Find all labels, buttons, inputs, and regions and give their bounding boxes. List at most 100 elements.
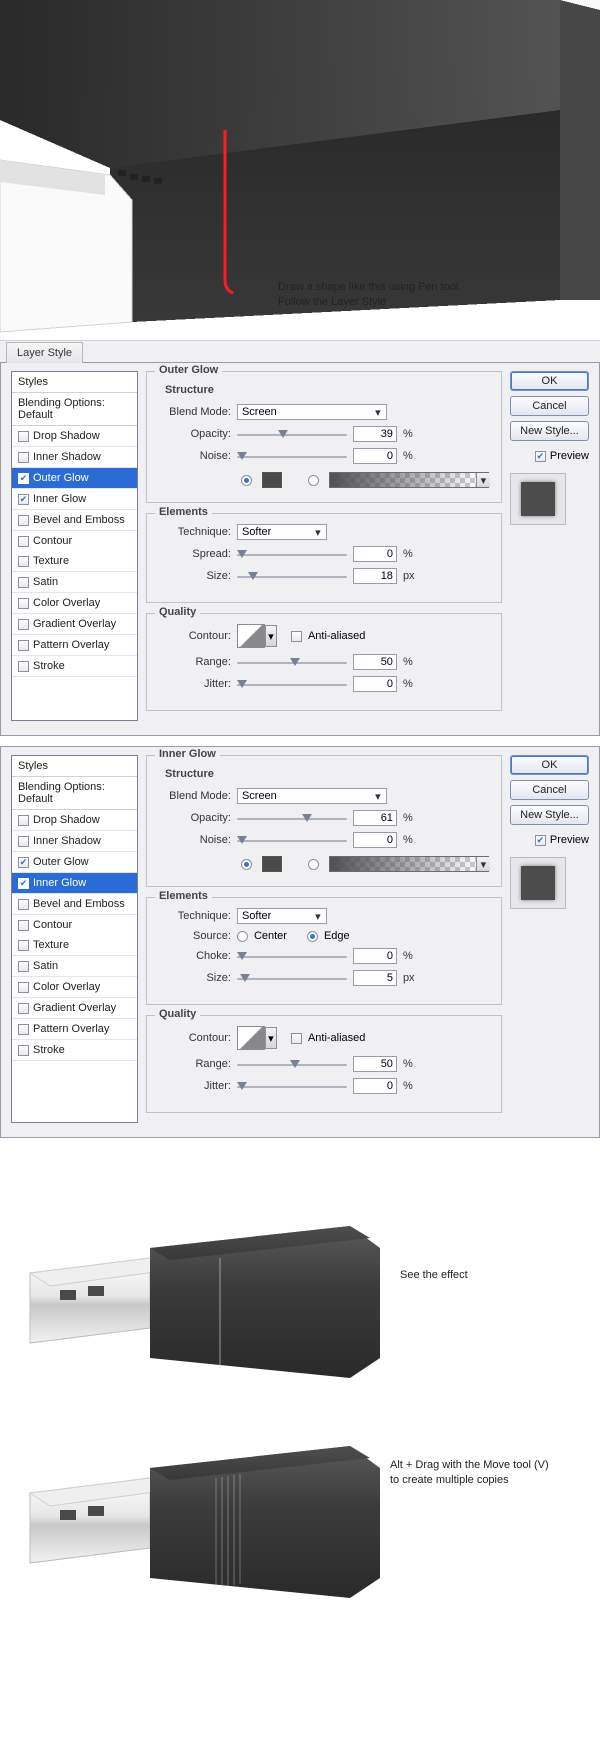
glow-color-swatch[interactable] <box>262 856 282 872</box>
input-noise[interactable]: 0 <box>353 832 397 848</box>
slider-jitter[interactable] <box>237 1080 347 1092</box>
opt-satin[interactable]: Satin <box>12 572 137 593</box>
slider-range[interactable] <box>237 1058 347 1070</box>
select-technique[interactable]: Softer▾ <box>237 524 327 540</box>
checkbox-icon[interactable] <box>18 640 29 651</box>
checkbox-icon[interactable] <box>18 452 29 463</box>
blending-options-default[interactable]: Blending Options: Default <box>12 777 137 810</box>
opt-drop-shadow[interactable]: Drop Shadow <box>12 426 137 447</box>
checkbox-icon[interactable] <box>18 536 29 547</box>
radio-color[interactable] <box>241 859 252 870</box>
input-spread[interactable]: 0 <box>353 546 397 562</box>
checkbox-icon[interactable] <box>18 878 29 889</box>
opt-contour[interactable]: Contour <box>12 531 137 551</box>
contour-swatch[interactable]: ▾ <box>237 624 265 648</box>
opt-color-overlay[interactable]: Color Overlay <box>12 593 137 614</box>
opt-inner-glow[interactable]: Inner Glow <box>12 489 137 510</box>
opt-inner-shadow[interactable]: Inner Shadow <box>12 831 137 852</box>
input-size[interactable]: 18 <box>353 568 397 584</box>
ok-button[interactable]: OK <box>510 755 589 775</box>
slider-size[interactable] <box>237 972 347 984</box>
checkbox-icon[interactable] <box>18 1024 29 1035</box>
slider-range[interactable] <box>237 656 347 668</box>
styles-header[interactable]: Styles <box>12 756 137 777</box>
opt-outer-glow[interactable]: Outer Glow <box>12 468 137 489</box>
checkbox-preview[interactable] <box>535 835 546 846</box>
checkbox-icon[interactable] <box>18 515 29 526</box>
styles-header[interactable]: Styles <box>12 372 137 393</box>
blending-options-default[interactable]: Blending Options: Default <box>12 393 137 426</box>
opt-stroke[interactable]: Stroke <box>12 1040 137 1061</box>
opt-texture[interactable]: Texture <box>12 551 137 572</box>
opt-pattern-overlay[interactable]: Pattern Overlay <box>12 1019 137 1040</box>
contour-swatch[interactable]: ▾ <box>237 1026 265 1050</box>
ok-button[interactable]: OK <box>510 371 589 391</box>
radio-source-edge[interactable] <box>307 931 318 942</box>
opt-inner-glow[interactable]: Inner Glow <box>12 873 137 894</box>
input-range[interactable]: 50 <box>353 1056 397 1072</box>
checkbox-icon[interactable] <box>18 920 29 931</box>
checkbox-icon[interactable] <box>18 494 29 505</box>
opt-contour[interactable]: Contour <box>12 915 137 935</box>
checkbox-icon[interactable] <box>18 1045 29 1056</box>
slider-opacity[interactable] <box>237 812 347 824</box>
checkbox-icon[interactable] <box>18 815 29 826</box>
slider-jitter[interactable] <box>237 678 347 690</box>
opt-drop-shadow[interactable]: Drop Shadow <box>12 810 137 831</box>
checkbox-icon[interactable] <box>18 982 29 993</box>
checkbox-icon[interactable] <box>18 836 29 847</box>
checkbox-icon[interactable] <box>18 940 29 951</box>
checkbox-icon[interactable] <box>18 431 29 442</box>
input-noise[interactable]: 0 <box>353 448 397 464</box>
checkbox-icon[interactable] <box>18 899 29 910</box>
checkbox-icon[interactable] <box>18 857 29 868</box>
checkbox-anti-aliased[interactable] <box>291 1033 302 1044</box>
select-blend-mode[interactable]: Screen▾ <box>237 788 387 804</box>
checkbox-icon[interactable] <box>18 556 29 567</box>
tab-layer-style[interactable]: Layer Style <box>6 342 83 363</box>
opt-satin[interactable]: Satin <box>12 956 137 977</box>
opt-pattern-overlay[interactable]: Pattern Overlay <box>12 635 137 656</box>
input-choke[interactable]: 0 <box>353 948 397 964</box>
checkbox-icon[interactable] <box>18 598 29 609</box>
slider-noise[interactable] <box>237 450 347 462</box>
opt-outer-glow[interactable]: Outer Glow <box>12 852 137 873</box>
checkbox-icon[interactable] <box>18 577 29 588</box>
opt-gradient-overlay[interactable]: Gradient Overlay <box>12 998 137 1019</box>
checkbox-icon[interactable] <box>18 661 29 672</box>
input-opacity[interactable]: 39 <box>353 426 397 442</box>
glow-gradient-picker[interactable]: ▾ <box>329 856 489 872</box>
checkbox-icon[interactable] <box>18 1003 29 1014</box>
radio-gradient[interactable] <box>308 475 319 486</box>
slider-opacity[interactable] <box>237 428 347 440</box>
slider-noise[interactable] <box>237 834 347 846</box>
opt-bevel-emboss[interactable]: Bevel and Emboss <box>12 510 137 531</box>
slider-spread[interactable] <box>237 548 347 560</box>
input-jitter[interactable]: 0 <box>353 1078 397 1094</box>
opt-color-overlay[interactable]: Color Overlay <box>12 977 137 998</box>
opt-bevel-emboss[interactable]: Bevel and Emboss <box>12 894 137 915</box>
input-opacity[interactable]: 61 <box>353 810 397 826</box>
new-style-button[interactable]: New Style... <box>510 805 589 825</box>
radio-color[interactable] <box>241 475 252 486</box>
input-size[interactable]: 5 <box>353 970 397 986</box>
opt-texture[interactable]: Texture <box>12 935 137 956</box>
checkbox-icon[interactable] <box>18 619 29 630</box>
cancel-button[interactable]: Cancel <box>510 780 589 800</box>
checkbox-icon[interactable] <box>18 961 29 972</box>
radio-gradient[interactable] <box>308 859 319 870</box>
radio-source-center[interactable] <box>237 931 248 942</box>
slider-choke[interactable] <box>237 950 347 962</box>
select-blend-mode[interactable]: Screen▾ <box>237 404 387 420</box>
checkbox-preview[interactable] <box>535 451 546 462</box>
select-technique[interactable]: Softer▾ <box>237 908 327 924</box>
opt-gradient-overlay[interactable]: Gradient Overlay <box>12 614 137 635</box>
input-jitter[interactable]: 0 <box>353 676 397 692</box>
opt-inner-shadow[interactable]: Inner Shadow <box>12 447 137 468</box>
glow-gradient-picker[interactable]: ▾ <box>329 472 489 488</box>
glow-color-swatch[interactable] <box>262 472 282 488</box>
slider-size[interactable] <box>237 570 347 582</box>
input-range[interactable]: 50 <box>353 654 397 670</box>
cancel-button[interactable]: Cancel <box>510 396 589 416</box>
checkbox-icon[interactable] <box>18 473 29 484</box>
